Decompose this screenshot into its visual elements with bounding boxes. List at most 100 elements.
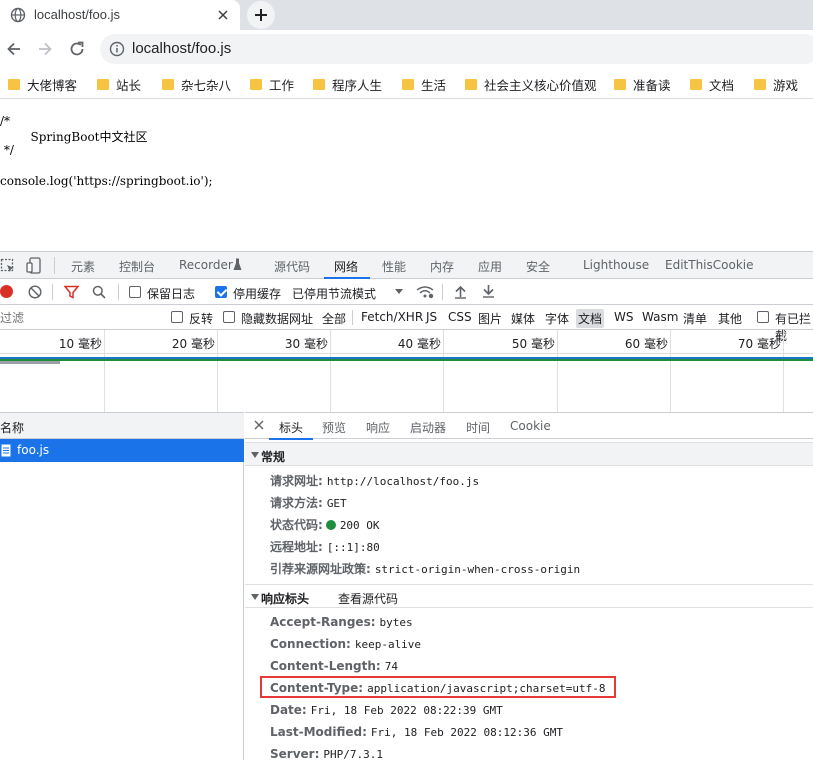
general-section-header[interactable]: 常规	[245, 442, 813, 466]
bookmark-folder[interactable]: 社会主义核心价值观	[465, 74, 597, 94]
request-row[interactable]: foo.js	[0, 439, 244, 462]
tab-elements[interactable]: 元素	[71, 258, 95, 275]
bookmark-label: 社会主义核心价值观	[484, 77, 597, 93]
tab-initiator[interactable]: 启动器	[410, 419, 446, 436]
tab-preview[interactable]: 预览	[322, 419, 346, 436]
close-tab-icon[interactable]	[216, 8, 230, 22]
tab-response[interactable]: 响应	[366, 419, 390, 436]
section-title: 常规	[261, 450, 286, 464]
forward-icon[interactable]	[36, 40, 54, 58]
code-line: SpringBoot中文社区	[0, 130, 148, 144]
url-text: localhost/foo.js	[132, 40, 232, 57]
bookmark-folder[interactable]: 程序人生	[313, 74, 382, 94]
bookmark-label: 杂七杂八	[181, 77, 232, 93]
bookmark-label: 站长	[116, 77, 142, 93]
folder-icon	[162, 78, 174, 90]
flask-icon	[233, 258, 242, 271]
filter-input[interactable]	[0, 308, 158, 327]
preserve-log-checkbox[interactable]	[129, 286, 141, 298]
disable-cache-checkbox[interactable]	[215, 286, 227, 298]
bookmark-folder[interactable]: 准备读	[614, 74, 671, 94]
plus-icon	[255, 9, 267, 21]
code-line: console.log('https://springboot.io');	[0, 174, 213, 188]
tab-cookies[interactable]: Cookie	[510, 419, 551, 433]
bookmark-folder[interactable]: 杂七杂八	[162, 74, 231, 94]
bookmark-folder[interactable]: 大佬博客	[8, 74, 77, 94]
header-value: PHP/7.3.1	[323, 748, 383, 761]
header-value: bytes	[379, 616, 413, 629]
close-icon[interactable]	[254, 420, 264, 430]
section-title: 响应标头	[261, 592, 310, 606]
browser-tab[interactable]: localhost/foo.js	[0, 0, 240, 30]
tab-memory[interactable]: 内存	[430, 258, 454, 275]
tab-lighthouse[interactable]: Lighthouse	[583, 258, 649, 272]
request-list: 名称 foo.js	[0, 412, 244, 760]
tab-editthiscookie[interactable]: EditThisCookie	[665, 258, 754, 272]
header-value: 74	[384, 660, 398, 673]
address-bar[interactable]: localhost/foo.js	[100, 34, 813, 64]
info-icon[interactable]	[109, 41, 125, 57]
filter-type-font[interactable]: 字体	[543, 309, 571, 328]
name-column-header[interactable]: 名称	[0, 419, 24, 436]
tab-timing[interactable]: 时间	[466, 419, 490, 436]
filter-type-manifest[interactable]: 清单	[681, 309, 709, 328]
filter-type-ws[interactable]: WS	[612, 309, 635, 325]
filter-type-img[interactable]: 图片	[476, 309, 504, 328]
search-icon[interactable]	[92, 285, 106, 299]
filter-type-all[interactable]: 全部	[320, 309, 348, 328]
response-headers-section-header[interactable]: 响应标头 查看源代码	[245, 584, 813, 608]
reload-icon[interactable]	[68, 40, 86, 58]
bookmark-folder[interactable]: 工作	[250, 74, 294, 94]
filter-type-js[interactable]: JS	[424, 309, 439, 325]
timeline-overview[interactable]	[0, 354, 813, 412]
folder-icon	[465, 78, 477, 90]
export-har-icon[interactable]	[482, 284, 495, 298]
invert-checkbox[interactable]	[171, 311, 183, 323]
bookmark-folder[interactable]: 文档	[690, 74, 734, 94]
globe-icon	[10, 7, 26, 23]
inspect-icon[interactable]	[0, 258, 16, 274]
tab-sources[interactable]: 源代码	[274, 258, 310, 275]
triangle-down-icon	[251, 452, 259, 458]
header-row: 请求方法: GET	[270, 494, 347, 511]
network-toolbar: 保留日志 停用缓存 已停用节流模式	[0, 279, 813, 305]
filter-bar: 反转 隐藏数据网址 全部 Fetch/XHR JS CSS 图片 媒体 字体 文…	[0, 305, 813, 343]
header-value: Fri, 18 Feb 2022 08:22:39 GMT	[310, 704, 503, 717]
filter-type-wasm[interactable]: Wasm	[640, 309, 680, 325]
clear-icon[interactable]	[28, 285, 42, 299]
new-tab-button[interactable]	[247, 1, 275, 29]
tab-headers[interactable]: 标头	[279, 419, 303, 436]
header-row: Last-Modified: Fri, 18 Feb 2022 08:12:36 …	[270, 725, 563, 739]
view-source-link[interactable]: 查看源代码	[338, 590, 398, 607]
tab-performance[interactable]: 性能	[382, 258, 406, 275]
bookmark-folder[interactable]: 站长	[97, 74, 141, 94]
tab-console[interactable]: 控制台	[119, 258, 155, 275]
throttling-select[interactable]: 已停用节流模式	[292, 285, 376, 302]
tab-security[interactable]: 安全	[526, 258, 550, 275]
network-conditions-icon[interactable]	[416, 285, 434, 299]
filter-type-css[interactable]: CSS	[446, 309, 474, 325]
device-toolbar-icon[interactable]	[26, 257, 42, 274]
tab-network[interactable]: 网络	[334, 258, 358, 275]
tab-strip: localhost/foo.js	[0, 0, 813, 30]
header-key: 请求网址:	[270, 474, 323, 488]
record-icon[interactable]	[0, 285, 13, 298]
tab-application[interactable]: 应用	[478, 258, 502, 275]
folder-icon	[313, 78, 325, 90]
import-har-icon[interactable]	[454, 285, 467, 299]
filter-icon[interactable]	[64, 285, 79, 299]
filter-type-other[interactable]: 其他	[716, 309, 744, 328]
request-list-header: 名称	[0, 412, 244, 439]
filter-type-media[interactable]: 媒体	[509, 309, 537, 328]
tab-recorder[interactable]: Recorder	[179, 258, 233, 272]
code-line: /*	[0, 114, 11, 128]
blocked-cookies-checkbox[interactable]	[757, 311, 769, 323]
hide-data-urls-checkbox[interactable]	[223, 311, 235, 323]
filter-type-doc[interactable]: 文档	[576, 309, 605, 328]
bookmark-folder[interactable]: 游戏	[754, 74, 798, 94]
filter-type-xhr[interactable]: Fetch/XHR	[359, 309, 425, 325]
header-key: 远程地址:	[270, 540, 323, 554]
back-icon[interactable]	[5, 40, 23, 58]
bookmark-folder[interactable]: 生活	[402, 74, 446, 94]
header-key: Connection:	[270, 637, 351, 651]
